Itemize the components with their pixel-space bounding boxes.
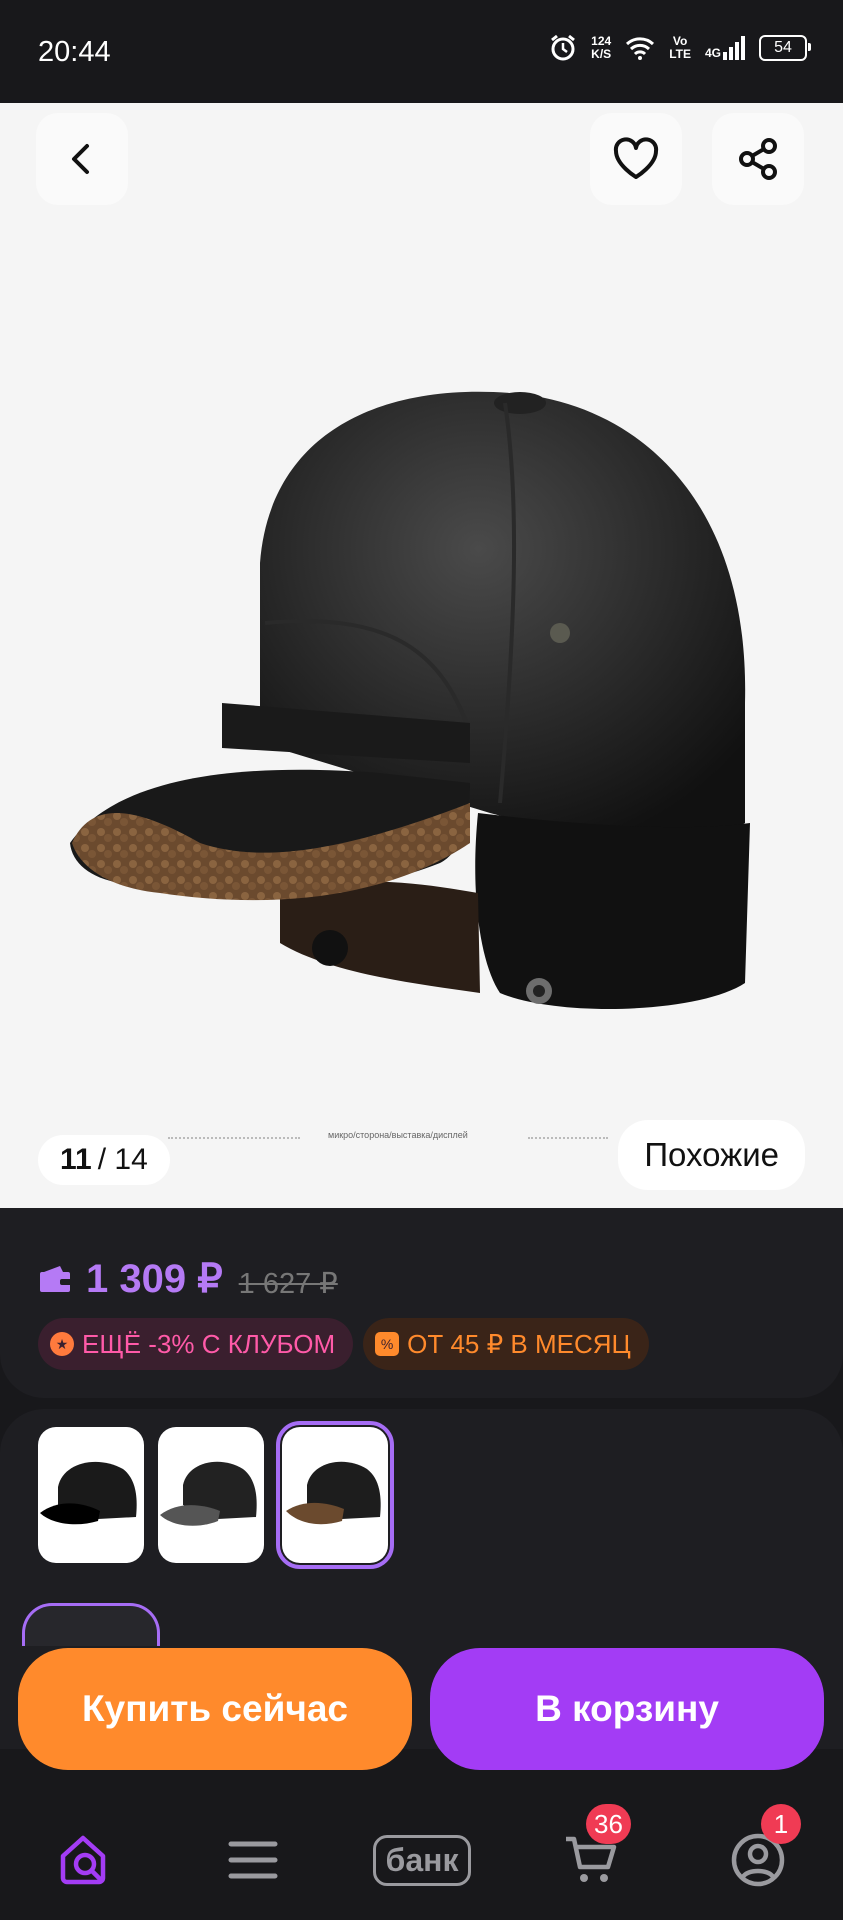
- alarm-icon: [551, 34, 576, 61]
- price-card: 1 309 ₽ 1 627 ₽ ★ ЕЩЁ -3% С КЛУБОМ % ОТ …: [0, 1208, 843, 1398]
- variant-thumbnail[interactable]: [38, 1427, 144, 1563]
- wallet-icon: [40, 1266, 72, 1292]
- status-bar: 20:44 124 K/S Vo LTE 4G 54: [0, 0, 843, 103]
- similar-button[interactable]: Похожие: [618, 1120, 805, 1190]
- home-search-icon: [60, 1835, 106, 1885]
- installment-badge[interactable]: % ОТ 45 ₽ В МЕСЯЦ: [363, 1318, 649, 1370]
- wifi-icon: [626, 37, 655, 60]
- size-option-tab[interactable]: [22, 1603, 160, 1646]
- add-to-cart-button[interactable]: В корзину: [430, 1648, 824, 1770]
- current-price: 1 309 ₽: [86, 1257, 223, 1301]
- percent-tag-icon: %: [375, 1332, 400, 1356]
- image-counter: 11 / 14: [38, 1135, 170, 1185]
- promo-badges: ★ ЕЩЁ -3% С КЛУБОМ % ОТ 45 ₽ В МЕСЯЦ: [38, 1318, 649, 1370]
- volte-indicator: Vo LTE: [669, 34, 691, 61]
- menu-icon: [228, 1841, 278, 1879]
- nav-profile[interactable]: 1: [723, 1804, 801, 1890]
- club-discount-badge[interactable]: ★ ЕЩЁ -3% С КЛУБОМ: [38, 1318, 354, 1370]
- network-speed: 124 K/S: [591, 34, 612, 61]
- image-counter-current: 11: [60, 1143, 92, 1176]
- signal-icon: 4G: [705, 36, 745, 60]
- old-price: 1 627 ₽: [238, 1267, 338, 1300]
- share-icon: [739, 138, 777, 180]
- gallery-divider: [168, 1137, 300, 1139]
- image-caption: микро/сторона/выставка/дисплей: [328, 1130, 468, 1140]
- nav-cart[interactable]: 36: [556, 1804, 631, 1890]
- status-time: 20:44: [38, 36, 111, 68]
- product-gallery[interactable]: микро/сторона/выставка/дисплей 11 / 14 П…: [0, 103, 843, 1208]
- club-star-icon: ★: [50, 1332, 74, 1356]
- share-button[interactable]: [712, 113, 804, 205]
- variant-thumbnail[interactable]: [158, 1427, 264, 1563]
- product-image: [70, 391, 750, 1010]
- bottom-navigation: банк 36 1: [0, 1790, 843, 1920]
- variant-thumbnail-selected[interactable]: [276, 1421, 394, 1569]
- bank-label: банк: [372, 1834, 472, 1886]
- favorite-button[interactable]: [590, 113, 682, 205]
- buy-now-button[interactable]: Купить сейчас: [18, 1648, 412, 1770]
- battery-icon: 54: [759, 35, 811, 61]
- chevron-left-icon: [72, 144, 89, 174]
- heart-icon: [613, 137, 659, 179]
- price-row: 1 309 ₽ 1 627 ₽: [38, 1256, 338, 1302]
- nav-home[interactable]: [50, 1830, 120, 1890]
- nav-bank[interactable]: банк: [362, 1830, 482, 1890]
- status-icons: 124 K/S Vo LTE 4G 54: [549, 34, 811, 62]
- gallery-divider: [528, 1137, 608, 1139]
- cart-count-badge: 36: [586, 1804, 631, 1844]
- nav-catalog[interactable]: [218, 1830, 288, 1890]
- image-counter-total: / 14: [97, 1143, 148, 1176]
- profile-notification-badge: 1: [761, 1804, 801, 1844]
- back-button[interactable]: [36, 113, 128, 205]
